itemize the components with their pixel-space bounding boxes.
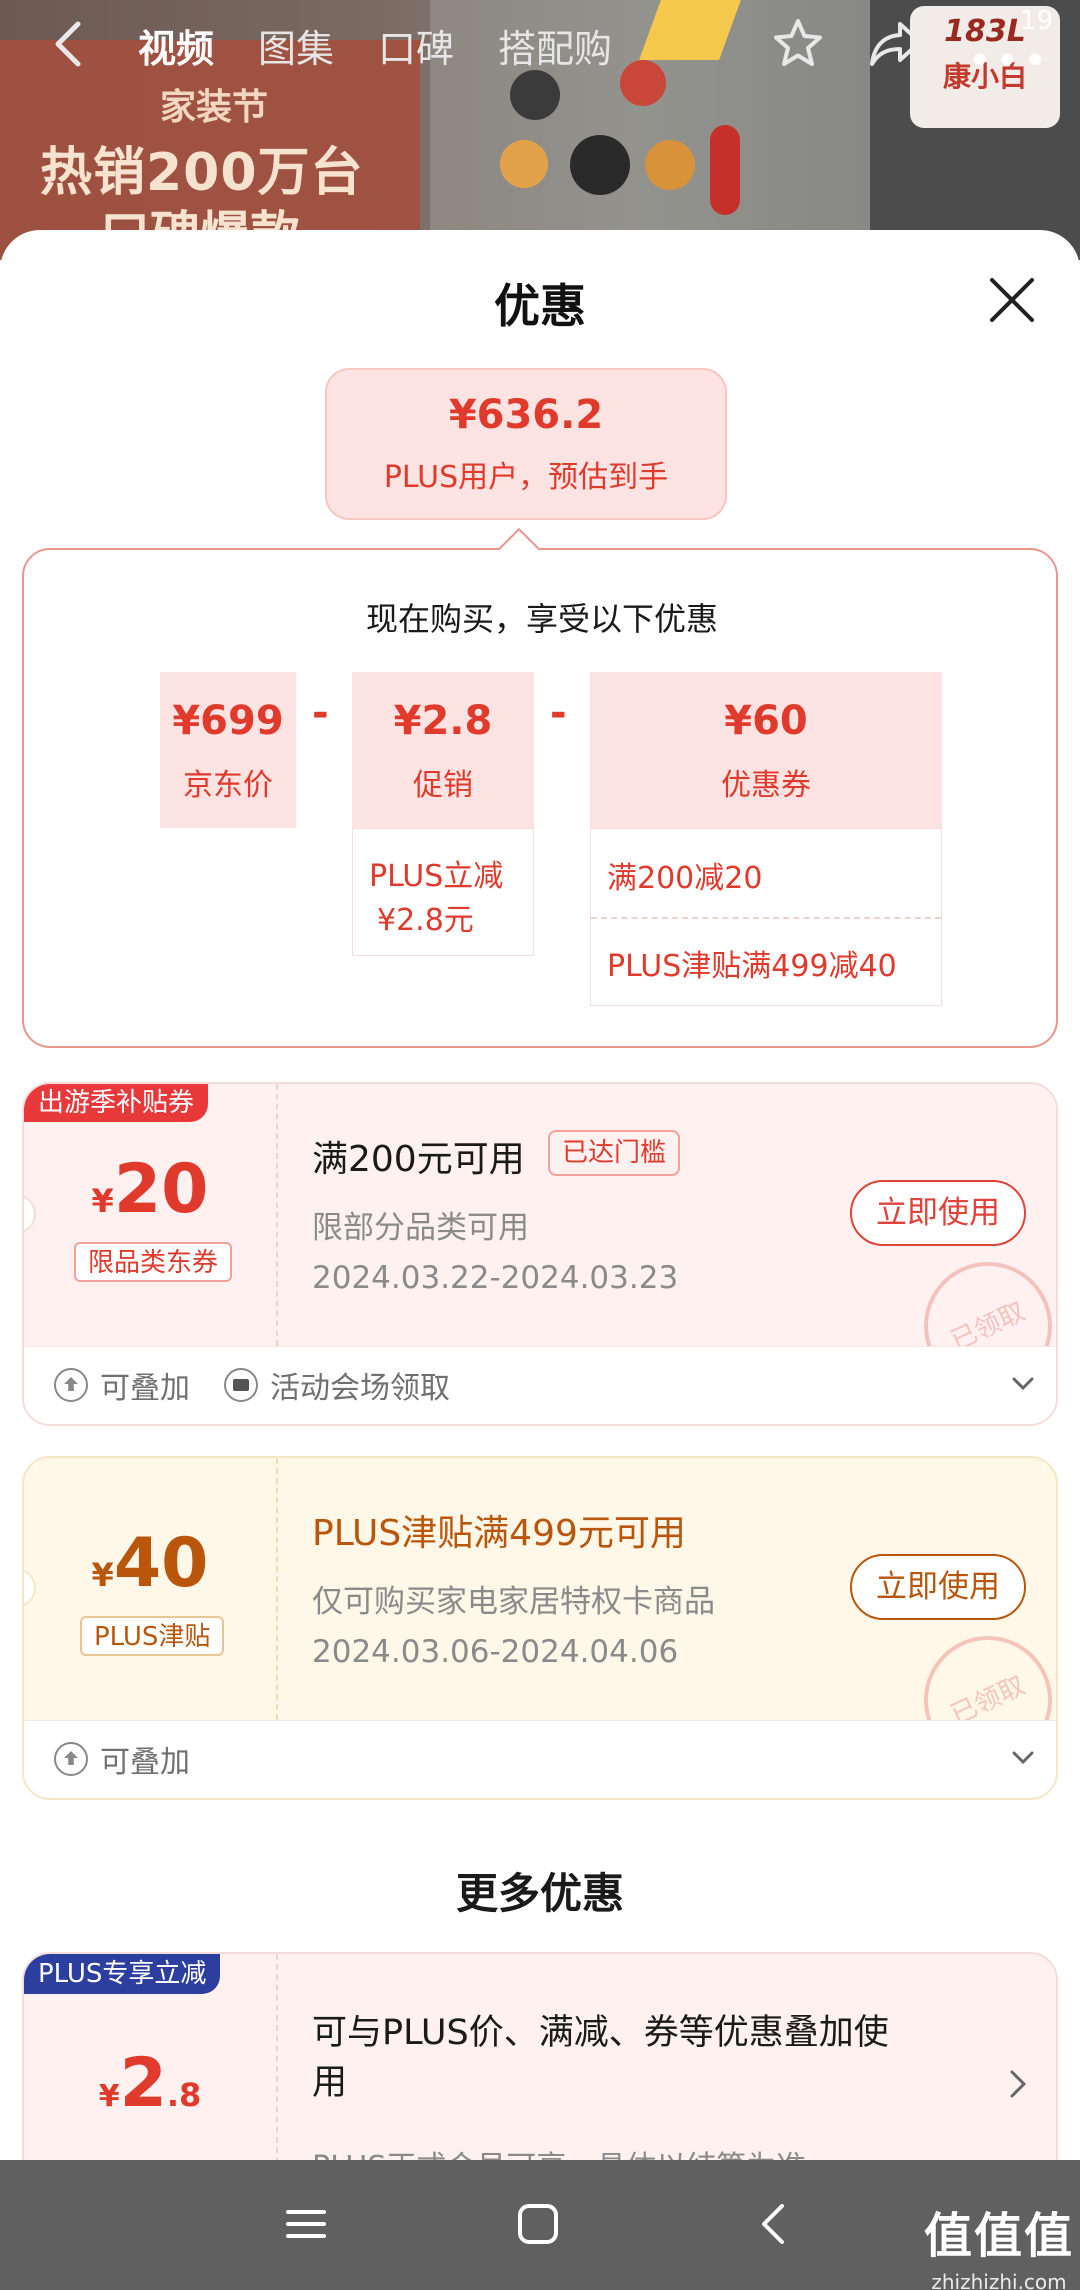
nav-tabs: 视频 图集 口碑 搭配购 (138, 18, 612, 73)
jd-price-value: ¥699 (172, 698, 284, 744)
ticket-icon (224, 1368, 258, 1402)
coupon-label: 优惠券 (721, 768, 811, 803)
coupon-amount-value: 40 (113, 1524, 209, 1603)
coupon-type-tag: PLUS津贴 (80, 1616, 225, 1656)
threshold-reached-badge: 已达门槛 (548, 1130, 681, 1176)
promo-value: ¥2.8 (393, 698, 493, 744)
coupon-divider (276, 1458, 278, 1720)
plus-ribbon: PLUS专享立减 (24, 1954, 221, 1994)
venue-info: 活动会场领取 (224, 1367, 450, 1406)
coupon-desc: 限部分品类可用 (312, 1210, 529, 1246)
promo-detail-line1: PLUS立减 (369, 859, 504, 894)
coupon-amount-value: 20 (113, 1150, 209, 1229)
tab-reviews[interactable]: 口碑 (378, 18, 454, 73)
promo-detail-line2: ¥2.8元 (377, 903, 474, 938)
coupon-detail: 满200减20 PLUS津贴满499减40 (590, 828, 942, 1006)
jd-price-label: 京东价 (183, 768, 273, 803)
final-price-label: PLUS用户，预估到手 (383, 460, 669, 495)
currency-symbol: ¥ (98, 2079, 120, 2114)
breakdown-pointer (497, 527, 541, 571)
coupon-ribbon: 出游季补贴券 (24, 1084, 209, 1122)
watermark-url: zhizhizhi.com (931, 2270, 1067, 2290)
coupon-title: PLUS津贴满499元可用 (312, 1513, 686, 1554)
promo-box: ¥2.8 促销 (352, 672, 534, 828)
venue-label: 活动会场领取 (270, 1371, 450, 1406)
coupon-amount: ¥40 (24, 1524, 276, 1603)
tab-bundle[interactable]: 搭配购 (498, 18, 612, 73)
watermark-brand: 值值值 (924, 2208, 1075, 2264)
coupon-detail-line2: PLUS津贴满499减40 (607, 949, 897, 984)
stackable-label: 可叠加 (100, 1745, 190, 1780)
close-icon[interactable] (984, 272, 1040, 328)
coupon-detail-line1: 满200减20 (607, 861, 763, 896)
promo-line1: 热销200万台 (40, 143, 364, 203)
brand-capacity: 183L (944, 14, 1026, 49)
more-offers-title: 更多优惠 (455, 1869, 624, 1918)
favorite-star-icon[interactable] (770, 16, 826, 72)
chevron-down-icon[interactable] (1010, 1739, 1036, 1779)
coupon-card: 出游季补贴券 ¥20 限品类东券 满200元可用 已达门槛 限部分品类可用 20… (22, 1082, 1058, 1426)
plus-card-title: 可与PLUS价、满减、券等优惠叠加使用 (312, 2013, 889, 2103)
price-breakdown: 现在购买，享受以下优惠 ¥699 京东价 - ¥2.8 促销 - ¥60 优惠券… (22, 527, 1058, 1048)
coupon-desc: 仅可购买家电家居特权卡商品 (312, 1584, 715, 1620)
home-icon[interactable] (508, 2194, 568, 2254)
stackable-info: 可叠加 (54, 1367, 190, 1406)
sheet-title: 优惠 (494, 279, 586, 333)
coupon-type-tag: 限品类东券 (74, 1242, 233, 1282)
brand-name: 康小白 (942, 60, 1027, 93)
brand-series-tag: 183L 康小白 (910, 6, 1060, 128)
watermark: 值值值 zhizhizhi.com (924, 2196, 1074, 2290)
recent-apps-icon[interactable] (276, 2194, 336, 2254)
use-now-button[interactable]: 立即使用 (850, 1180, 1026, 1246)
coupon-title: 满200元可用 (312, 1139, 525, 1180)
discount-sheet: 优惠 ¥636.2 PLUS用户，预估到手 现在购买，享受以下优惠 ¥699 京… (0, 230, 1080, 2160)
minus-sign: - (550, 690, 567, 736)
promo-label: 促销 (413, 768, 473, 803)
coupon-amount: ¥20 (24, 1150, 276, 1229)
coupon-divider (276, 1084, 278, 1346)
currency-symbol: ¥ (91, 1182, 114, 1220)
coupon-date: 2024.03.06-2024.04.06 (312, 1634, 679, 1670)
tab-video[interactable]: 视频 (138, 18, 214, 73)
chevron-down-icon[interactable] (1010, 1365, 1036, 1405)
final-price: ¥636.2 (448, 392, 604, 438)
stackable-label: 可叠加 (100, 1371, 190, 1406)
breakdown-headline: 现在购买，享受以下优惠 (365, 600, 718, 638)
final-price-box: ¥636.2 PLUS用户，预估到手 (325, 368, 727, 520)
coupon-footer[interactable]: 可叠加 (24, 1720, 1056, 1798)
jd-price-box: ¥699 京东价 (160, 672, 296, 828)
chevron-right-icon[interactable] (1006, 2066, 1030, 2102)
back-nav-icon[interactable] (744, 2194, 804, 2254)
plus-amount-decimal: .8 (166, 2076, 202, 2114)
stackable-info: 可叠加 (54, 1741, 190, 1780)
coupon-card: ¥40 PLUS津贴 PLUS津贴满499元可用 仅可购买家电家居特权卡商品 2… (22, 1456, 1058, 1800)
use-now-button[interactable]: 立即使用 (850, 1554, 1026, 1620)
coupon-date: 2024.03.22-2024.03.23 (312, 1260, 679, 1296)
plus-amount-value: 2 (119, 2044, 167, 2123)
coupon-box: ¥60 优惠券 (590, 672, 942, 828)
coupon-main: ¥40 PLUS津贴 PLUS津贴满499元可用 仅可购买家电家居特权卡商品 2… (24, 1458, 1056, 1764)
promo-detail: PLUS立减 ¥2.8元 (352, 828, 534, 956)
plus-amount: ¥2.8 (24, 2044, 276, 2123)
stack-icon (54, 1368, 88, 1402)
coupon-footer[interactable]: 可叠加 活动会场领取 (24, 1346, 1056, 1424)
back-icon[interactable] (48, 18, 88, 70)
stack-icon (54, 1742, 88, 1776)
divider (591, 917, 941, 919)
system-navigation-bar (0, 2160, 1080, 2290)
minus-sign: - (312, 690, 329, 736)
tab-gallery[interactable]: 图集 (258, 18, 334, 73)
coupon-value: ¥60 (724, 698, 808, 744)
currency-symbol: ¥ (91, 1556, 114, 1594)
coupon-main: 出游季补贴券 ¥20 限品类东券 满200元可用 已达门槛 限部分品类可用 20… (24, 1084, 1056, 1390)
